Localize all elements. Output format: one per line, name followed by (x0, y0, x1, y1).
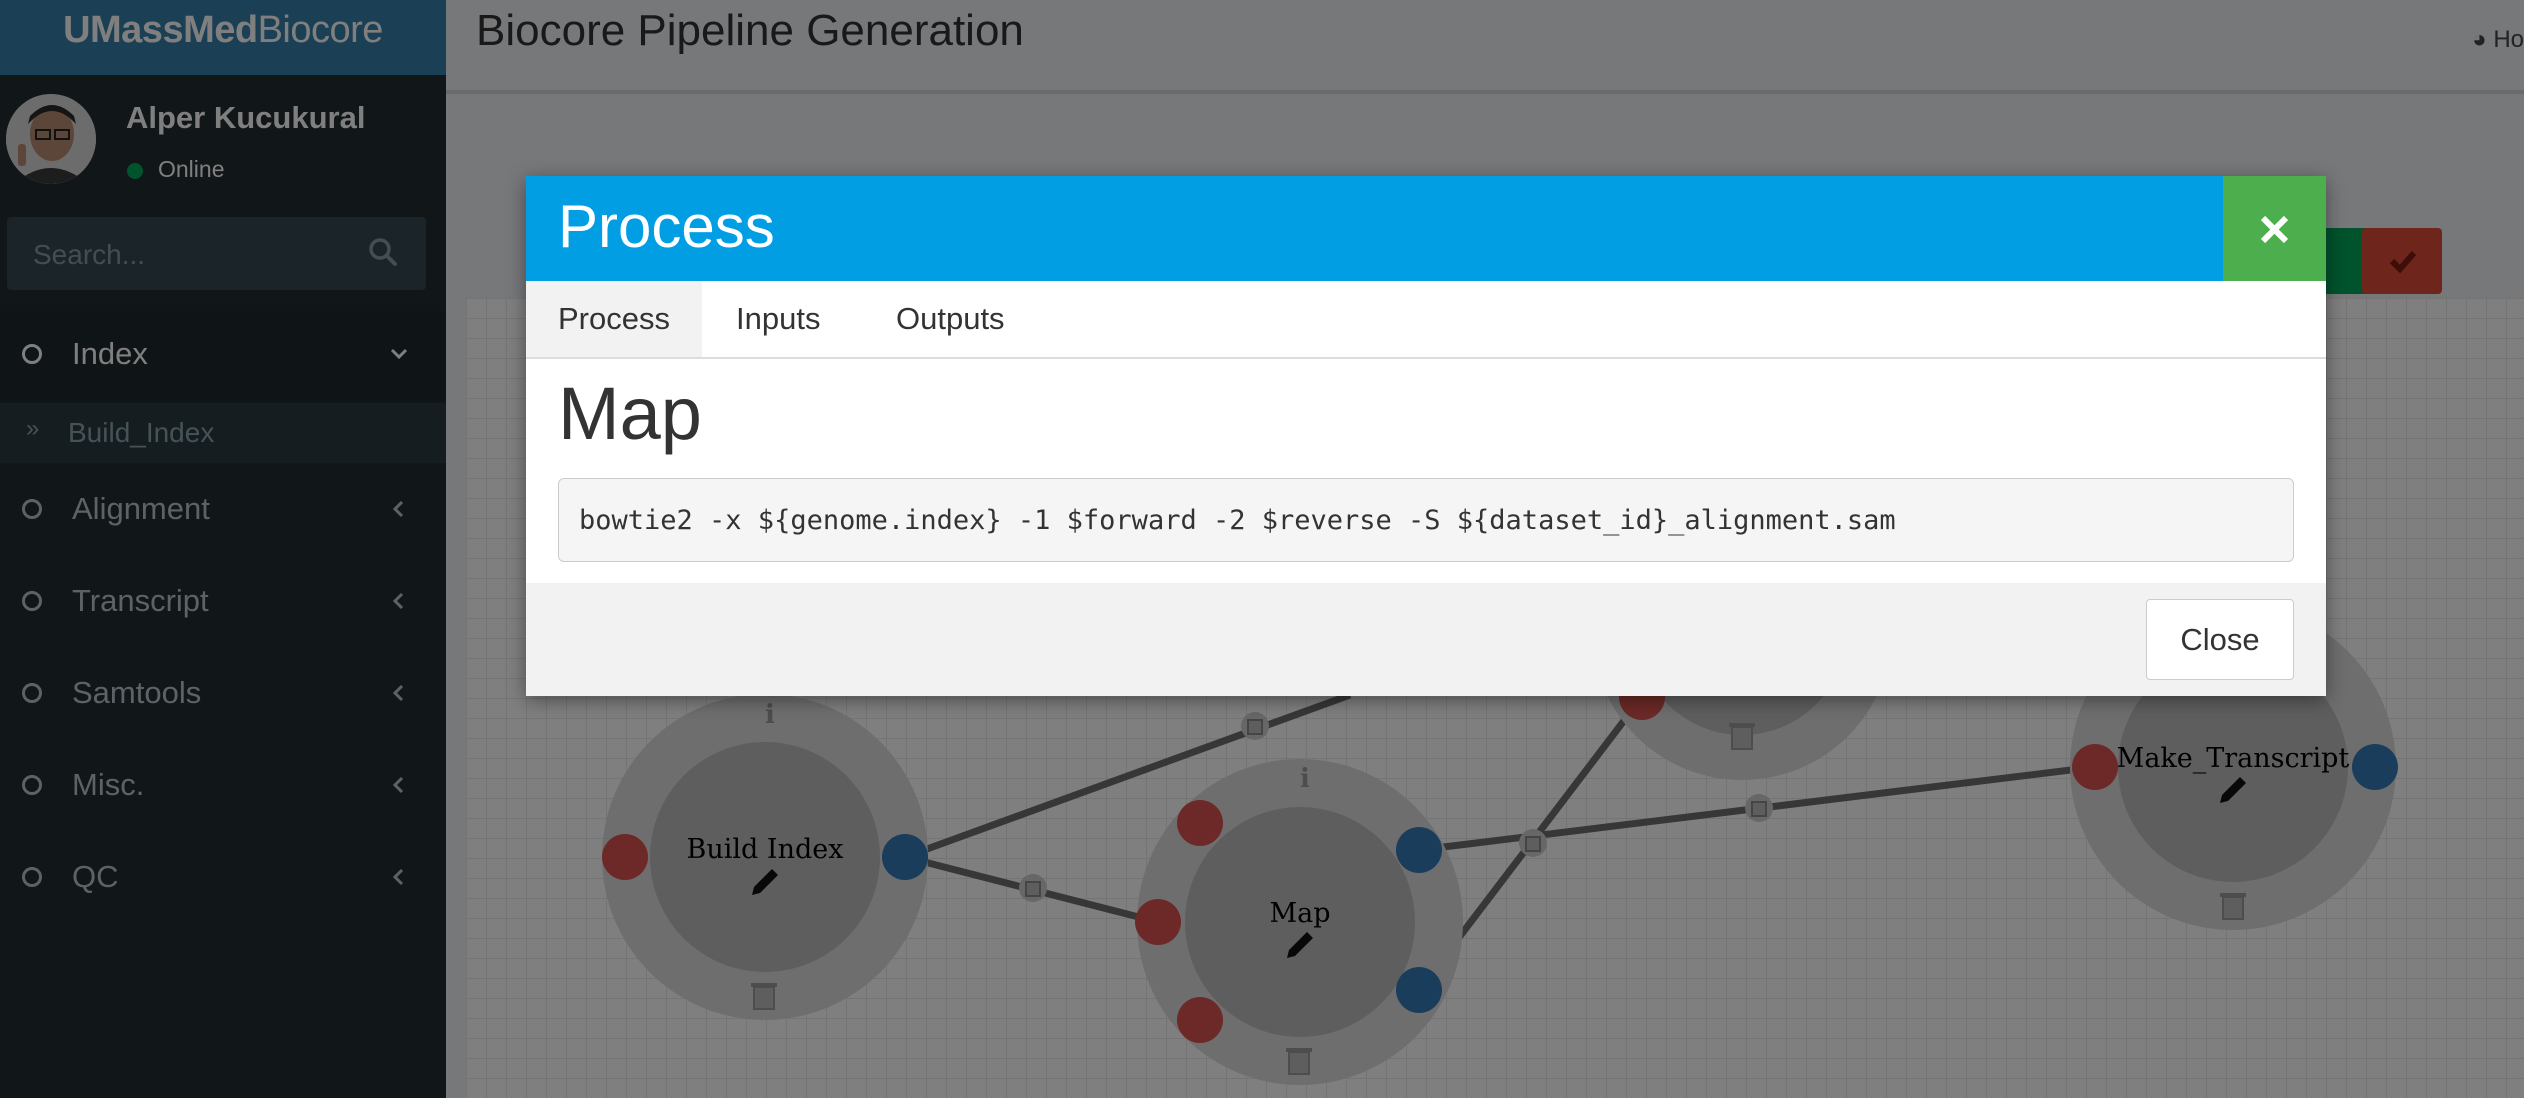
command-text: bowtie2 -x ${genome.index} -1 $forward -… (579, 505, 1896, 536)
command-textarea[interactable]: bowtie2 -x ${genome.index} -1 $forward -… (558, 478, 2294, 562)
modal-footer: Close (526, 583, 2326, 696)
tab-outputs[interactable]: Outputs (864, 281, 1037, 357)
modal-close-button[interactable] (2223, 176, 2326, 281)
process-name: Map (558, 372, 702, 455)
tab-inputs[interactable]: Inputs (704, 281, 852, 357)
tab-process[interactable]: Process (526, 281, 702, 357)
close-icon (2260, 215, 2289, 244)
close-button[interactable]: Close (2146, 599, 2294, 680)
process-modal: Process Process Inputs Outputs Map bowti… (526, 176, 2326, 696)
modal-tabs: Process Inputs Outputs (526, 281, 2326, 359)
modal-header: Process (526, 176, 2326, 281)
modal-title: Process (558, 193, 775, 260)
